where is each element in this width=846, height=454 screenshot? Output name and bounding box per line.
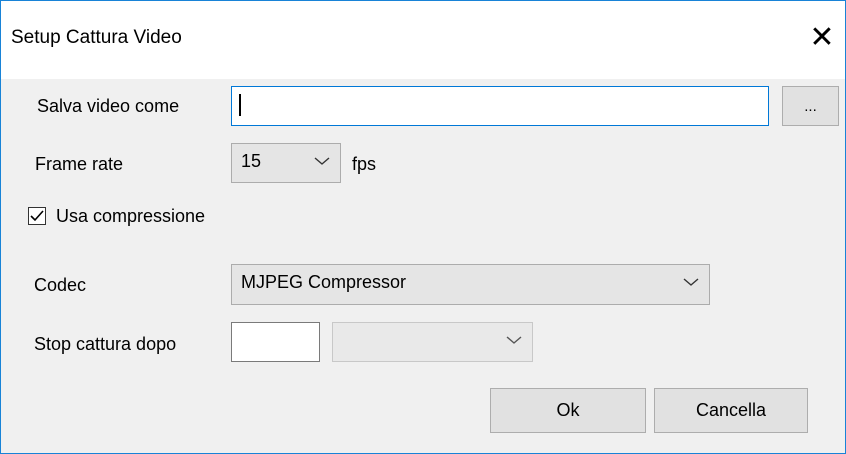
browse-button-label: ... [804, 97, 817, 115]
compression-checkbox[interactable] [28, 207, 46, 225]
ok-button[interactable]: Ok [490, 388, 646, 433]
codec-select[interactable]: MJPEG Compressor [231, 264, 710, 305]
codec-value: MJPEG Compressor [241, 272, 407, 292]
frame-rate-value: 15 [241, 151, 262, 171]
window-title: Setup Cattura Video [11, 27, 182, 48]
codec-label: Codec [34, 275, 87, 295]
frame-rate-unit: fps [352, 154, 377, 174]
save-as-label: Salva video come [37, 96, 180, 116]
cancel-button-label: Cancella [695, 400, 767, 420]
dialog-window: Setup Cattura Video ✕ Salva video come .… [0, 0, 846, 454]
chevron-down-icon [506, 336, 522, 344]
browse-button[interactable]: ... [782, 86, 839, 126]
cancel-button[interactable]: Cancella [654, 388, 808, 433]
save-as-input[interactable] [231, 86, 769, 126]
close-icon: ✕ [809, 21, 835, 54]
stop-capture-input[interactable] [231, 322, 320, 362]
text-caret [239, 94, 241, 116]
close-button[interactable]: ✕ [799, 15, 845, 61]
frame-rate-label: Frame rate [35, 154, 124, 174]
chevron-down-icon [683, 278, 699, 286]
compression-label[interactable]: Usa compressione [56, 206, 205, 227]
stop-capture-label: Stop cattura dopo [34, 334, 177, 354]
title-bar[interactable]: Setup Cattura Video ✕ [1, 1, 845, 79]
stop-capture-unit-select[interactable] [332, 322, 533, 362]
ok-button-label: Ok [556, 400, 580, 420]
chevron-down-icon [314, 157, 330, 165]
frame-rate-select[interactable]: 15 [231, 143, 341, 183]
checkmark-icon [30, 210, 44, 222]
